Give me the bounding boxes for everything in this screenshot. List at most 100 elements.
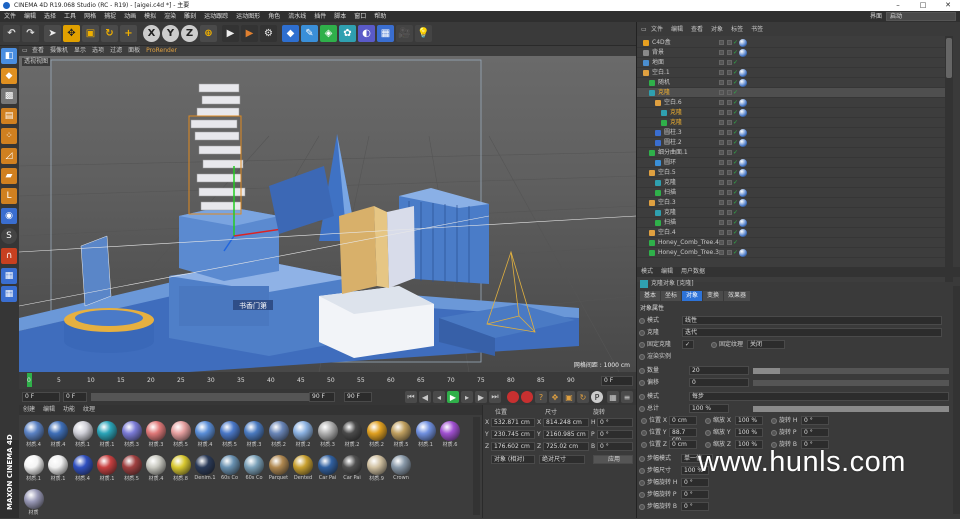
animate-radio[interactable]: [639, 330, 645, 336]
enabled-check-icon[interactable]: ✓: [733, 38, 738, 48]
material-swatch[interactable]: 材质.5: [218, 419, 241, 451]
material-swatch[interactable]: 材质.3: [316, 419, 339, 451]
material-swatch[interactable]: 材质.5: [169, 419, 192, 451]
object-row[interactable]: 空白.6 ✓: [637, 98, 945, 108]
visibility-toggle[interactable]: [719, 180, 724, 185]
go-to-start-icon[interactable]: ⏮: [405, 391, 417, 403]
attribute-slider[interactable]: [753, 406, 949, 412]
visibility-toggle[interactable]: [719, 230, 724, 235]
polygons-mode-icon[interactable]: ▰: [1, 168, 17, 184]
snap-icon[interactable]: S: [1, 228, 17, 244]
object-row[interactable]: 细分曲面.1 ✓: [637, 148, 945, 158]
menu-plugins[interactable]: 插件: [310, 11, 330, 22]
object-name[interactable]: C4D盒: [652, 38, 671, 48]
attribute-value[interactable]: 关闭: [747, 340, 785, 349]
render-toggle[interactable]: [727, 150, 732, 155]
object-name[interactable]: 背景: [652, 48, 664, 58]
object-name[interactable]: 空白.3: [658, 198, 676, 208]
coordinate-system-icon[interactable]: ⊕: [200, 25, 217, 42]
attribute-value[interactable]: 0: [689, 378, 749, 387]
material-scrollbar[interactable]: [473, 417, 480, 515]
enabled-check-icon[interactable]: ✓: [733, 208, 738, 218]
viewport-menu-panel[interactable]: 面板: [125, 46, 143, 56]
render-toggle[interactable]: [727, 240, 732, 245]
render-toggle[interactable]: [727, 160, 732, 165]
cloner-icon[interactable]: ✿: [339, 25, 356, 42]
material-swatch[interactable]: 材质.3: [243, 419, 266, 451]
floor-icon[interactable]: ▦: [377, 25, 394, 42]
material-swatch[interactable]: 材质.8: [169, 453, 192, 485]
keyframe-selection-icon[interactable]: ?: [535, 391, 547, 403]
rotate-icon[interactable]: ↻: [101, 25, 118, 42]
previous-frame-icon[interactable]: ◂: [433, 391, 445, 403]
attribute-value[interactable]: 0 °: [681, 490, 709, 499]
attribute-value[interactable]: 100 %: [689, 404, 729, 413]
object-row[interactable]: 圆柱.2 ✓: [637, 138, 945, 148]
object-row[interactable]: 克隆 ✓: [637, 178, 945, 188]
animate-radio[interactable]: [639, 380, 645, 386]
visibility-toggle[interactable]: [719, 90, 724, 95]
tab-basic[interactable]: 基本: [640, 291, 661, 301]
material-swatch[interactable]: 材质.9: [365, 453, 388, 485]
coords-mode-select[interactable]: 对象 (相对): [491, 455, 535, 464]
object-row[interactable]: Honey_Comb_Tree.4 ✓: [637, 238, 945, 248]
material-swatch[interactable]: 材质.1: [96, 453, 119, 485]
live-select-icon[interactable]: +: [120, 25, 137, 42]
attribute-value[interactable]: 0 °: [681, 478, 709, 487]
attribute-slider[interactable]: [753, 368, 949, 374]
object-name[interactable]: 随机: [658, 78, 670, 88]
animate-radio[interactable]: [639, 492, 645, 498]
object-name[interactable]: 空白.4: [658, 228, 676, 238]
attr-menu-mode[interactable]: 模式: [637, 267, 657, 277]
material-swatch[interactable]: 材质.4: [71, 453, 94, 485]
menu-pipeline[interactable]: 流水线: [284, 11, 310, 22]
render-toggle[interactable]: [727, 60, 732, 65]
material-swatch[interactable]: 60s Co: [243, 453, 266, 485]
object-name[interactable]: 扫描: [664, 188, 676, 198]
texture-mode-icon[interactable]: ▩: [1, 88, 17, 104]
object-row[interactable]: 克隆 ✓: [637, 108, 945, 118]
enabled-check-icon[interactable]: ✓: [733, 138, 738, 148]
attribute-value[interactable]: 0 °: [801, 416, 829, 425]
menu-simulate[interactable]: 模拟: [140, 11, 160, 22]
menu-snap[interactable]: 捕捉: [100, 11, 120, 22]
deformer-icon[interactable]: ◐: [358, 25, 375, 42]
material-tag-icon[interactable]: [739, 109, 747, 117]
visibility-toggle[interactable]: [719, 240, 724, 245]
object-row[interactable]: 背景 ✓: [637, 48, 945, 58]
scale-icon[interactable]: ▣: [82, 25, 99, 42]
attribute-value[interactable]: 每步: [689, 392, 949, 401]
material-swatch[interactable]: 材质.5: [390, 419, 413, 451]
visibility-toggle[interactable]: [719, 100, 724, 105]
render-toggle[interactable]: [727, 170, 732, 175]
animate-radio[interactable]: [639, 368, 645, 374]
start-frame-field[interactable]: 0 F: [22, 392, 60, 402]
object-row[interactable]: 克隆 ✓: [637, 118, 945, 128]
object-name[interactable]: Honey_Comb_Tree.3: [658, 248, 719, 258]
object-name[interactable]: 克隆: [658, 88, 670, 98]
om-menu-file[interactable]: 文件: [647, 25, 667, 35]
object-name[interactable]: 圆柱.2: [664, 138, 682, 148]
attribute-value[interactable]: 0 °: [681, 502, 709, 511]
go-to-end-icon[interactable]: ⏭: [489, 391, 501, 403]
material-swatch[interactable]: 材质.4: [47, 419, 70, 451]
lock-workplane-icon[interactable]: ▦: [1, 286, 17, 302]
enabled-check-icon[interactable]: ✓: [733, 178, 738, 188]
material-swatch[interactable]: 材质.2: [292, 419, 315, 451]
animate-radio[interactable]: [711, 342, 717, 348]
material-menu-create[interactable]: 创建: [19, 405, 39, 415]
object-name[interactable]: 克隆: [664, 208, 676, 218]
om-menu-object[interactable]: 对象: [707, 25, 727, 35]
attribute-value[interactable]: 0 °: [801, 428, 829, 437]
scale-key-icon[interactable]: ▣: [563, 391, 575, 403]
object-row[interactable]: 随机 ✓: [637, 78, 945, 88]
cube-icon[interactable]: ◆: [282, 25, 299, 42]
enabled-check-icon[interactable]: ✓: [733, 78, 738, 88]
minimize-button[interactable]: –: [886, 0, 910, 11]
render-toggle[interactable]: [727, 200, 732, 205]
material-tag-icon[interactable]: [739, 219, 747, 227]
animate-radio[interactable]: [771, 418, 777, 424]
maximize-button[interactable]: □: [911, 0, 935, 11]
move-icon[interactable]: ✥: [63, 25, 80, 42]
object-name[interactable]: 扫描: [664, 218, 676, 228]
